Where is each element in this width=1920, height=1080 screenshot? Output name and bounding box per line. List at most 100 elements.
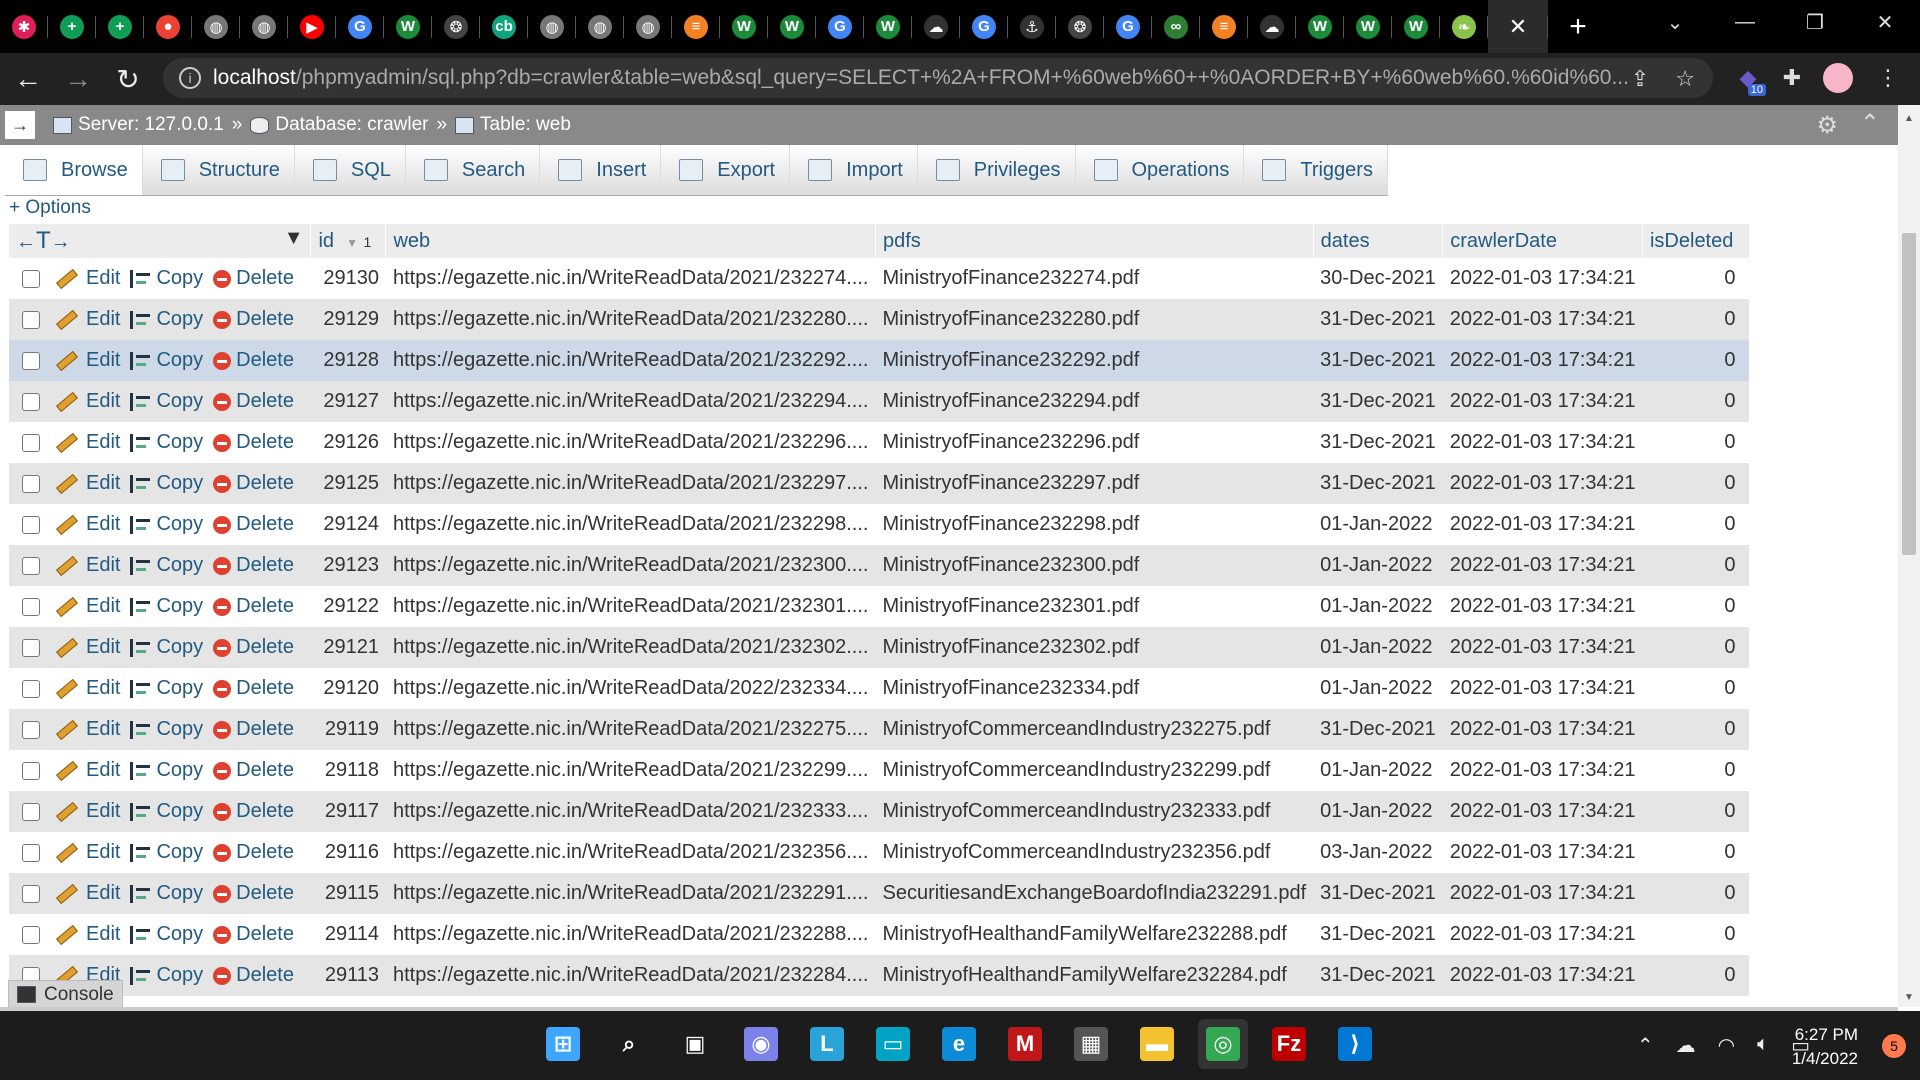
tab-insert[interactable]: Insert: [540, 145, 662, 195]
browser-tab[interactable]: ☁: [912, 0, 960, 53]
cell-pdfs[interactable]: MinistryofFinance232274.pdf: [875, 258, 1314, 299]
browser-tab[interactable]: ❂: [432, 0, 480, 53]
row-checkbox[interactable]: [22, 310, 40, 329]
table-row[interactable]: Edit Copy Delete 29130 https://egazette.nic.…: [9, 258, 1750, 299]
cell-id[interactable]: 29123: [310, 545, 386, 586]
cell-web[interactable]: https://egazette.nic.in/WriteReadData/20…: [385, 545, 876, 586]
row-checkbox[interactable]: [22, 884, 40, 903]
browser-tab[interactable]: +: [96, 0, 144, 53]
tab-export[interactable]: Export: [661, 145, 791, 195]
copy-link[interactable]: Copy: [130, 554, 203, 576]
table-row[interactable]: Edit Copy Delete 29126 https://egazette.nic.…: [9, 422, 1750, 463]
cell-isdeleted[interactable]: 0: [1642, 586, 1750, 627]
edit-link[interactable]: Edit: [56, 390, 120, 412]
cell-web[interactable]: https://egazette.nic.in/WriteReadData/20…: [385, 791, 876, 832]
cell-id[interactable]: 29124: [310, 504, 386, 545]
cell-pdfs[interactable]: MinistryofCommerceandIndustry232356.pdf: [875, 832, 1314, 873]
cell-web[interactable]: https://egazette.nic.in/WriteReadData/20…: [385, 340, 876, 381]
cell-dates[interactable]: 01-Jan-2022: [1313, 545, 1443, 586]
console-toggle[interactable]: Console: [8, 980, 123, 1009]
browser-tab[interactable]: G: [1104, 0, 1152, 53]
active-browser-tab[interactable]: ✕: [1488, 0, 1548, 53]
tab-structure[interactable]: Structure: [142, 145, 295, 195]
browser-tab[interactable]: cb: [480, 0, 528, 53]
cell-dates[interactable]: 30-Dec-2021: [1313, 258, 1443, 299]
table-row[interactable]: Edit Copy Delete 29113 https://egazette.nic.…: [9, 955, 1750, 996]
browser-tab[interactable]: G: [816, 0, 864, 53]
delete-link[interactable]: Delete: [213, 431, 294, 453]
breadcrumb-server[interactable]: Server: 127.0.0.1: [53, 114, 224, 136]
table-row[interactable]: Edit Copy Delete 29129 https://egazette.nic.…: [9, 299, 1750, 340]
tab-triggers[interactable]: Triggers: [1244, 145, 1388, 195]
browser-tab[interactable]: ≡: [672, 0, 720, 53]
cell-web[interactable]: https://egazette.nic.in/WriteReadData/20…: [385, 914, 876, 955]
cell-web[interactable]: https://egazette.nic.in/WriteReadData/20…: [385, 381, 876, 422]
edit-link[interactable]: Edit: [56, 267, 120, 289]
breadcrumb-table[interactable]: Table: web: [455, 114, 571, 136]
browser-tab[interactable]: W: [1344, 0, 1392, 53]
table-row[interactable]: Edit Copy Delete 29118 https://egazette.nic.…: [9, 750, 1750, 791]
cell-dates[interactable]: 31-Dec-2021: [1313, 709, 1443, 750]
row-checkbox[interactable]: [22, 597, 40, 616]
row-checkbox[interactable]: [22, 556, 40, 575]
minimize-button[interactable]: —: [1710, 0, 1780, 44]
browser-tab[interactable]: ▶: [288, 0, 336, 53]
cell-crawlerdate[interactable]: 2022-01-03 17:34:21: [1442, 750, 1643, 791]
forward-button[interactable]: →: [56, 57, 100, 101]
copy-link[interactable]: Copy: [130, 513, 203, 535]
collapse-icon[interactable]: ⌃: [1860, 109, 1880, 138]
cell-isdeleted[interactable]: 0: [1642, 627, 1750, 668]
browser-tab[interactable]: ◍: [240, 0, 288, 53]
browser-tab[interactable]: ●: [144, 0, 192, 53]
browser-tab[interactable]: W: [768, 0, 816, 53]
browser-menu-icon[interactable]: ⋮: [1870, 60, 1906, 96]
copy-link[interactable]: Copy: [130, 759, 203, 781]
cell-pdfs[interactable]: MinistryofFinance232302.pdf: [875, 627, 1314, 668]
browser-tab[interactable]: ☁: [1248, 0, 1296, 53]
browser-tab[interactable]: ❂: [1056, 0, 1104, 53]
cell-id[interactable]: 29119: [310, 709, 386, 750]
cell-dates[interactable]: 01-Jan-2022: [1313, 750, 1443, 791]
l-app-icon[interactable]: L: [802, 1019, 852, 1069]
table-row[interactable]: Edit Copy Delete 29128 https://egazette.nic.…: [9, 340, 1750, 381]
cell-dates[interactable]: 01-Jan-2022: [1313, 791, 1443, 832]
cell-crawlerdate[interactable]: 2022-01-03 17:34:21: [1442, 422, 1643, 463]
cell-id[interactable]: 29118: [310, 750, 386, 791]
cell-id[interactable]: 29113: [310, 955, 386, 996]
cell-id[interactable]: 29121: [310, 627, 386, 668]
cell-dates[interactable]: 01-Jan-2022: [1313, 586, 1443, 627]
cell-id[interactable]: 29117: [310, 791, 386, 832]
edit-link[interactable]: Edit: [56, 472, 120, 494]
browser-tab[interactable]: +: [48, 0, 96, 53]
extensions-icon[interactable]: ✚: [1774, 60, 1810, 96]
browser-tab[interactable]: ≡: [1200, 0, 1248, 53]
cell-isdeleted[interactable]: 0: [1642, 750, 1750, 791]
delete-link[interactable]: Delete: [213, 308, 294, 330]
cell-pdfs[interactable]: MinistryofFinance232292.pdf: [875, 340, 1314, 381]
browser-tab[interactable]: ◍: [624, 0, 672, 53]
cell-web[interactable]: https://egazette.nic.in/WriteReadData/20…: [385, 955, 876, 996]
cell-isdeleted[interactable]: 0: [1642, 709, 1750, 750]
delete-link[interactable]: Delete: [213, 554, 294, 576]
onedrive-cloud-icon[interactable]: ☁: [1676, 1033, 1696, 1058]
copy-link[interactable]: Copy: [130, 308, 203, 330]
cell-crawlerdate[interactable]: 2022-01-03 17:34:21: [1442, 914, 1643, 955]
copy-link[interactable]: Copy: [130, 718, 203, 740]
cell-pdfs[interactable]: MinistryofFinance232300.pdf: [875, 545, 1314, 586]
cell-isdeleted[interactable]: 0: [1642, 463, 1750, 504]
edit-link[interactable]: Edit: [56, 595, 120, 617]
table-row[interactable]: Edit Copy Delete 29121 https://egazette.nic.…: [9, 627, 1750, 668]
windows-start-icon[interactable]: ⊞: [538, 1019, 588, 1069]
browser-tab[interactable]: W: [720, 0, 768, 53]
table-row[interactable]: Edit Copy Delete 29117 https://egazette.nic.…: [9, 791, 1750, 832]
table-row[interactable]: Edit Copy Delete 29119 https://egazette.nic.…: [9, 709, 1750, 750]
site-info-icon[interactable]: i: [179, 67, 201, 89]
cell-isdeleted[interactable]: 0: [1642, 381, 1750, 422]
cell-web[interactable]: https://egazette.nic.in/WriteReadData/20…: [385, 258, 876, 299]
cell-id[interactable]: 29128: [310, 340, 386, 381]
cell-pdfs[interactable]: MinistryofHealthandFamilyWelfare232288.p…: [875, 914, 1314, 955]
browser-tab[interactable]: ∞: [1152, 0, 1200, 53]
row-checkbox[interactable]: [22, 474, 40, 493]
cell-isdeleted[interactable]: 0: [1642, 504, 1750, 545]
cell-crawlerdate[interactable]: 2022-01-03 17:34:21: [1442, 709, 1643, 750]
